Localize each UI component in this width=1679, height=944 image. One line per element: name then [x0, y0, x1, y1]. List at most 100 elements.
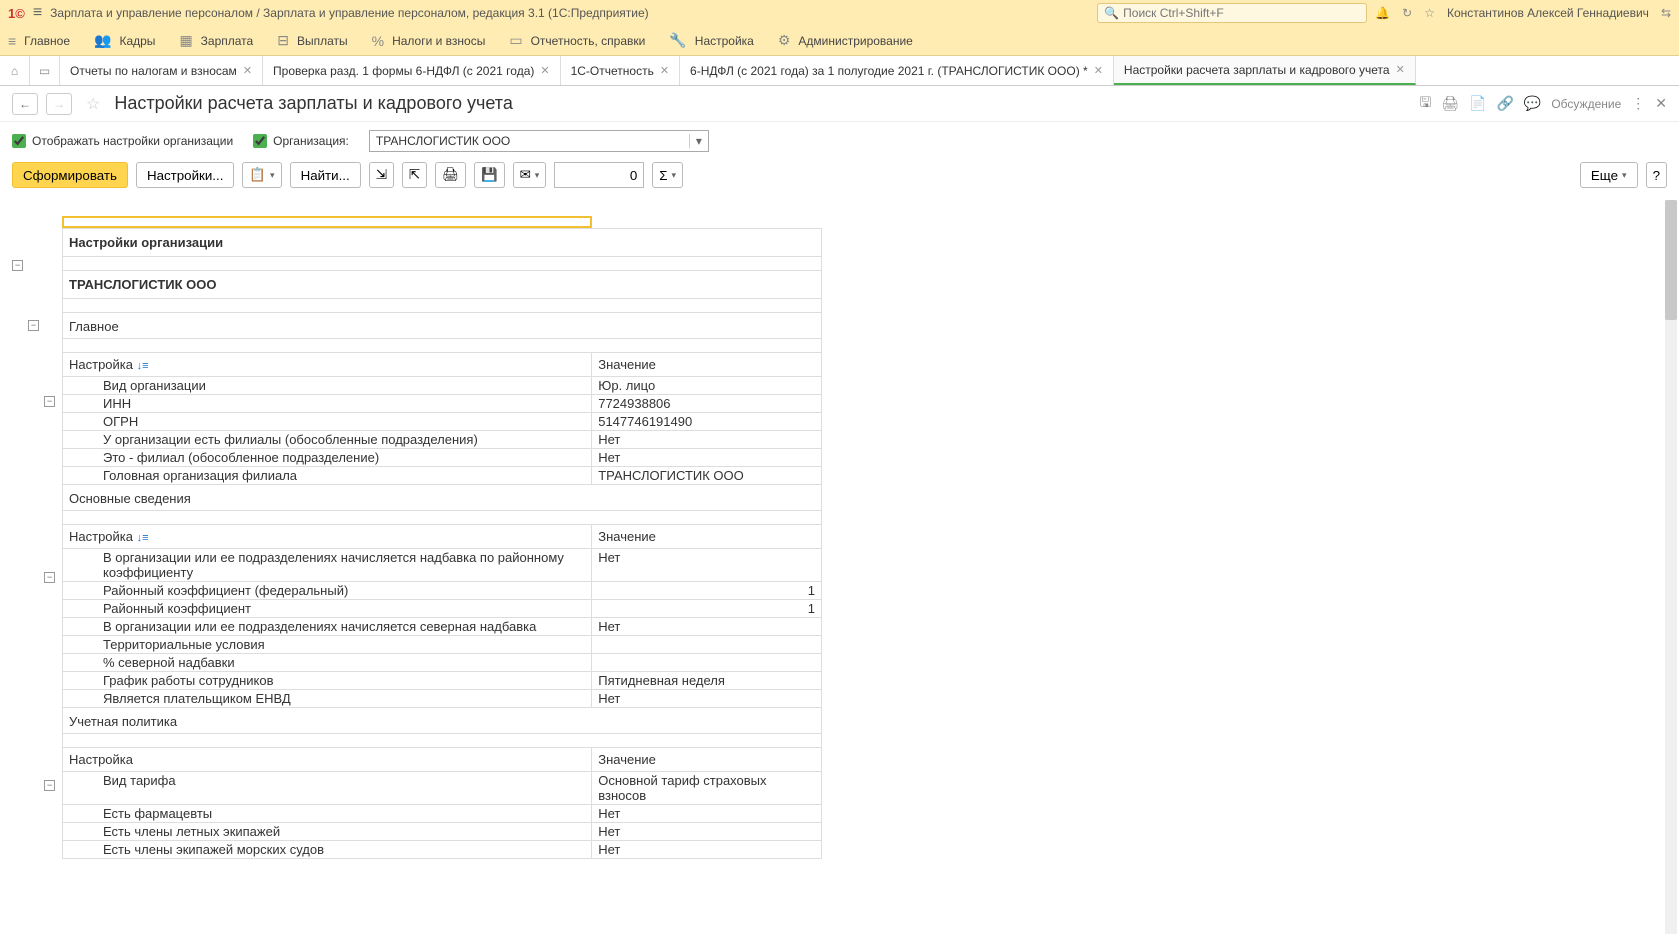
- home-tab[interactable]: ⌂: [0, 56, 30, 85]
- hamburger-icon[interactable]: ≡: [33, 4, 42, 22]
- menu-icon: 👥: [94, 32, 111, 49]
- tree-toggle[interactable]: −: [12, 260, 23, 271]
- more-button[interactable]: Еще ▾: [1580, 162, 1638, 188]
- mainmenu-item[interactable]: ⊟Выплаты: [277, 32, 347, 49]
- tree-toggle[interactable]: −: [44, 780, 55, 791]
- col-header-setting: Настройка: [63, 748, 592, 772]
- menu-icon: ⊟: [277, 32, 289, 49]
- menu-icon: 🔧: [669, 32, 686, 49]
- page-header: ← → ☆ Настройки расчета зарплаты и кадро…: [0, 86, 1679, 122]
- col-header-setting: Настройка ↓≡: [63, 525, 592, 549]
- mainmenu-item[interactable]: 👥 Кадры: [94, 32, 155, 49]
- mainmenu-item[interactable]: ▦Зарплата: [179, 32, 253, 49]
- page-title: Настройки расчета зарплаты и кадрового у…: [114, 93, 513, 114]
- menu-label: Настройка: [695, 34, 754, 48]
- close-icon[interactable]: ✕: [243, 64, 252, 77]
- star-icon[interactable]: ☆: [1424, 6, 1435, 20]
- link-icon[interactable]: 🔗: [1496, 95, 1513, 112]
- app-title: Зарплата и управление персоналом / Зарпл…: [50, 6, 649, 20]
- setting-value: Нет: [592, 823, 822, 841]
- find-button[interactable]: Найти...: [290, 162, 361, 188]
- setting-name: Головная организация филиала: [63, 467, 592, 485]
- setting-name: У организации есть филиалы (обособленные…: [63, 431, 592, 449]
- close-page-icon[interactable]: ✕: [1655, 95, 1667, 112]
- tree-toggle[interactable]: −: [44, 572, 55, 583]
- mainmenu-item[interactable]: ⚙Администрирование: [778, 32, 913, 49]
- email-button[interactable]: ✉▾: [513, 162, 547, 188]
- setting-value: Нет: [592, 841, 822, 859]
- search-input[interactable]: [1123, 6, 1360, 20]
- sigma-button[interactable]: Σ▾: [652, 162, 683, 188]
- show-org-settings-input[interactable]: [12, 134, 26, 148]
- mainmenu-item[interactable]: ≡Главное: [8, 33, 70, 49]
- collapse-all-button[interactable]: ⇱: [402, 162, 427, 188]
- user-name[interactable]: Константинов Алексей Геннадиевич: [1447, 6, 1649, 20]
- tab[interactable]: Проверка разд. 1 формы 6-НДФЛ (с 2021 го…: [263, 56, 561, 85]
- scrollbar-vertical[interactable]: [1665, 200, 1677, 934]
- menu-label: Кадры: [119, 34, 155, 48]
- setting-name: Районный коэффициент (федеральный): [63, 582, 592, 600]
- section-title: Главное: [63, 313, 822, 339]
- more-menu-icon[interactable]: ⋮: [1631, 95, 1645, 112]
- show-org-settings-checkbox[interactable]: Отображать настройки организации: [12, 134, 233, 148]
- org-name-heading: ТРАНСЛОГИСТИК ООО: [63, 271, 822, 299]
- setting-name: Вид организации: [63, 377, 592, 395]
- bell-icon[interactable]: 🔔: [1375, 6, 1390, 20]
- print-button[interactable]: 🖨: [435, 162, 466, 188]
- report-area[interactable]: − − − − − Настройки организации ТРАНСЛОГИСТИК…: [0, 216, 1679, 944]
- tabbar: ⌂ ▭ Отчеты по налогам и взносам✕Проверка…: [0, 56, 1679, 86]
- org-checkbox[interactable]: Организация:: [253, 134, 349, 148]
- chat-icon[interactable]: 💬: [1524, 95, 1541, 112]
- setting-name: Это - филиал (обособленное подразделение…: [63, 449, 592, 467]
- setting-name: ИНН: [63, 395, 592, 413]
- panel-icon[interactable]: ▭: [30, 56, 60, 85]
- favorite-icon[interactable]: ☆: [86, 94, 100, 114]
- settings-button[interactable]: Настройки...: [136, 162, 234, 188]
- filter-row: Отображать настройки организации Организ…: [0, 122, 1679, 160]
- mainmenu-item[interactable]: %Налоги и взносы: [372, 33, 486, 49]
- menu-icon: ▦: [179, 32, 192, 49]
- form-button[interactable]: Сформировать: [12, 162, 128, 188]
- setting-name: В организации или ее подразделениях начи…: [63, 618, 592, 636]
- export-icon[interactable]: 📄: [1469, 95, 1486, 112]
- mainmenu-item[interactable]: ▭Отчетность, справки: [509, 32, 645, 49]
- expand-all-button[interactable]: ⇲: [369, 162, 394, 188]
- report-h1: Настройки организации: [63, 229, 822, 257]
- forward-button[interactable]: →: [46, 93, 72, 115]
- scrollbar-thumb[interactable]: [1665, 200, 1677, 320]
- close-icon[interactable]: ✕: [660, 64, 669, 77]
- print-icon[interactable]: 🖨: [1441, 95, 1459, 112]
- tab[interactable]: Отчеты по налогам и взносам✕: [60, 56, 263, 85]
- close-icon[interactable]: ✕: [1396, 63, 1405, 76]
- mainmenu-item[interactable]: 🔧 Настройка: [669, 32, 754, 49]
- close-icon[interactable]: ✕: [540, 64, 549, 77]
- back-button[interactable]: ←: [12, 93, 38, 115]
- setting-value: Основной тариф страховых взносов: [592, 772, 822, 805]
- setting-value: Нет: [592, 618, 822, 636]
- tab[interactable]: 6-НДФЛ (с 2021 года) за 1 полугодие 2021…: [680, 56, 1114, 85]
- close-icon[interactable]: ✕: [1094, 64, 1103, 77]
- history-icon[interactable]: ↻: [1402, 6, 1412, 20]
- setting-value: Нет: [592, 549, 822, 582]
- setting-name: ОГРН: [63, 413, 592, 431]
- tree-toggle[interactable]: −: [44, 396, 55, 407]
- help-button[interactable]: ?: [1646, 162, 1667, 188]
- sort-icon: ↓≡: [137, 360, 149, 372]
- discuss-label[interactable]: Обсуждение: [1551, 97, 1621, 111]
- tab[interactable]: Настройки расчета зарплаты и кадрового у…: [1114, 56, 1416, 85]
- menu-icon: ⚙: [778, 32, 791, 49]
- tab[interactable]: 1С-Отчетность✕: [561, 56, 680, 85]
- variants-button[interactable]: 📋▾: [242, 162, 281, 188]
- save-button[interactable]: 💾: [474, 162, 505, 188]
- level-input[interactable]: [554, 162, 644, 188]
- chevron-down-icon[interactable]: ▾: [689, 134, 702, 148]
- setting-name: Территориальные условия: [63, 636, 592, 654]
- save-icon[interactable]: 🖫: [1419, 92, 1431, 116]
- tree-toggle[interactable]: −: [28, 320, 39, 331]
- col-header-setting: Настройка ↓≡: [63, 353, 592, 377]
- org-checkbox-input[interactable]: [253, 134, 267, 148]
- menu-icon[interactable]: ⇆: [1661, 6, 1671, 20]
- org-select[interactable]: ТРАНСЛОГИСТИК ООО ▾: [369, 130, 709, 152]
- menu-icon: ≡: [8, 33, 16, 49]
- global-search[interactable]: 🔍: [1097, 3, 1367, 23]
